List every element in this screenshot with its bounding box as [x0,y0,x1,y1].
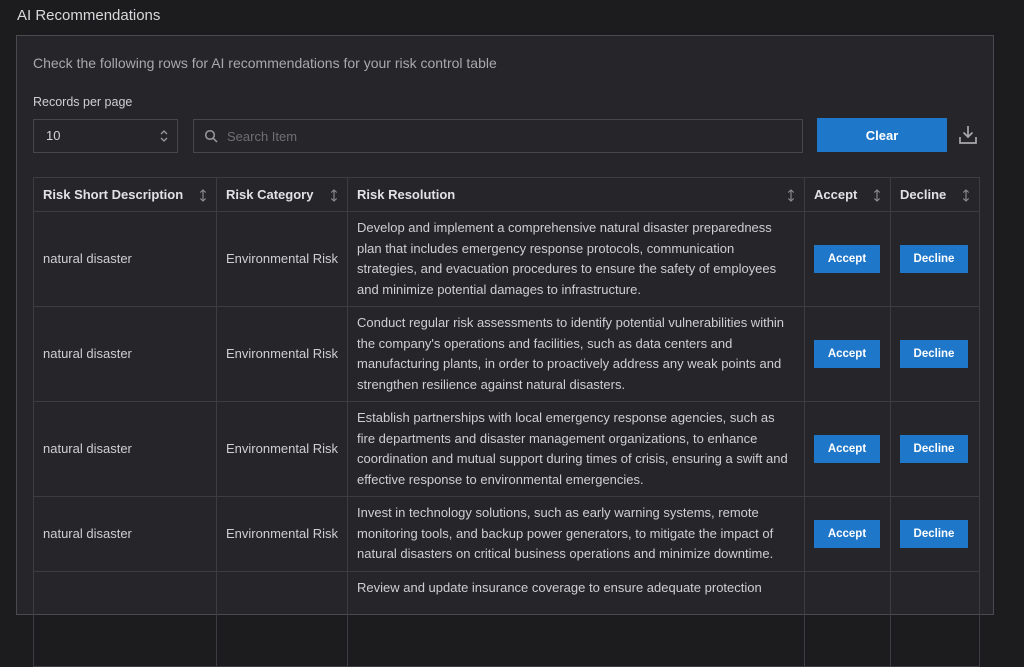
decline-button[interactable]: Decline [900,340,968,368]
search-box [193,119,803,153]
cell-resolution: Develop and implement a comprehensive na… [347,211,805,307]
cell-description: natural disaster [33,211,217,307]
sort-icon[interactable] [873,189,881,202]
cell-accept: Accept [804,496,891,572]
cell-decline [890,571,980,667]
cell-description [33,571,217,667]
cell-description: natural disaster [33,401,217,497]
header-risk-resolution[interactable]: Risk Resolution [347,177,805,212]
header-decline[interactable]: Decline [890,177,980,212]
table-row: natural disaster Environmental Risk Esta… [33,401,980,497]
decline-button[interactable]: Decline [900,435,968,463]
table-row: natural disaster Environmental Risk Deve… [33,211,980,307]
cell-category: Environmental Risk [216,496,348,572]
ai-recommendations-panel: Check the following rows for AI recommen… [16,35,994,667]
decline-button[interactable]: Decline [900,520,968,548]
page-title: AI Recommendations [17,7,161,24]
cell-category: Environmental Risk [216,306,348,402]
sort-icon[interactable] [962,189,970,202]
cell-accept: Accept [804,306,891,402]
recommendations-table: Risk Short Description Risk Category Ris… [33,177,980,667]
table-row: natural disaster Environmental Risk Cond… [33,306,980,402]
cell-decline: Decline [890,401,980,497]
records-per-page-select[interactable]: 10 [33,119,178,153]
cell-description: natural disaster [33,496,217,572]
table-row: Review and update insurance coverage to … [33,571,980,667]
records-per-page-label: Records per page [33,95,133,109]
cell-accept [804,571,891,667]
cell-accept: Accept [804,401,891,497]
sort-icon[interactable] [787,189,795,202]
cell-category [216,571,348,667]
accept-button[interactable]: Accept [814,245,880,273]
cell-resolution: Invest in technology solutions, such as … [347,496,805,572]
cell-category: Environmental Risk [216,401,348,497]
search-input[interactable] [227,120,787,152]
records-per-page-value: 10 [46,128,61,143]
decline-button[interactable]: Decline [900,245,968,273]
cell-resolution: Establish partnerships with local emerge… [347,401,805,497]
search-icon [204,129,218,143]
sort-icon[interactable] [330,189,338,202]
accept-button[interactable]: Accept [814,520,880,548]
cell-category: Environmental Risk [216,211,348,307]
sort-icon[interactable] [199,189,207,202]
accept-button[interactable]: Accept [814,340,880,368]
chevron-up-down-icon [160,130,168,142]
cell-decline: Decline [890,496,980,572]
cell-accept: Accept [804,211,891,307]
download-icon[interactable] [959,125,977,145]
cell-decline: Decline [890,211,980,307]
header-risk-category[interactable]: Risk Category [216,177,348,212]
instructions-text: Check the following rows for AI recommen… [33,55,497,71]
table-row: natural disaster Environmental Risk Inve… [33,496,980,572]
header-accept[interactable]: Accept [804,177,891,212]
accept-button[interactable]: Accept [814,435,880,463]
header-risk-short-description[interactable]: Risk Short Description [33,177,217,212]
clear-button[interactable]: Clear [817,118,947,152]
table-header-row: Risk Short Description Risk Category Ris… [33,177,980,212]
cell-resolution: Conduct regular risk assessments to iden… [347,306,805,402]
cell-resolution: Review and update insurance coverage to … [347,571,805,667]
cell-decline: Decline [890,306,980,402]
cell-description: natural disaster [33,306,217,402]
